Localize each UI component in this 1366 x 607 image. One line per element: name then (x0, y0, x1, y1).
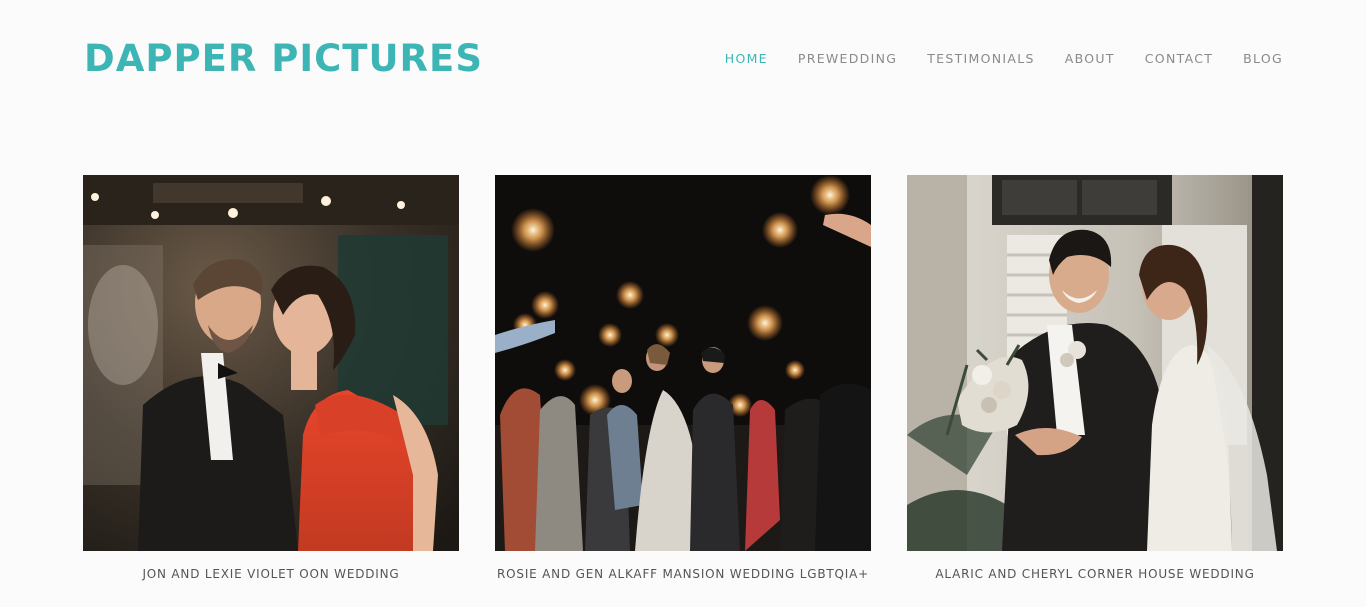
sparkler-send-off-photo (495, 175, 871, 551)
nav-link-prewedding[interactable]: PREWEDDING (798, 51, 897, 67)
nav-item-contact: CONTACT (1145, 51, 1213, 67)
main-nav: HOME PREWEDDING TESTIMONIALS ABOUT CONTA… (725, 51, 1283, 67)
gallery-photo[interactable] (907, 175, 1283, 551)
site-logo[interactable]: DAPPER PICTURES (84, 36, 483, 82)
nav-item-blog: BLOG (1243, 51, 1283, 67)
nav-item-about: ABOUT (1065, 51, 1115, 67)
nav-link-contact[interactable]: CONTACT (1145, 51, 1213, 67)
portfolio-gallery: JON AND LEXIE VIOLET OON WEDDING ROSIE A… (83, 175, 1283, 582)
gallery-card[interactable]: JON AND LEXIE VIOLET OON WEDDING (83, 175, 459, 582)
couple-bouquet-photo (907, 175, 1283, 551)
gallery-caption[interactable]: JON AND LEXIE VIOLET OON WEDDING (83, 566, 459, 582)
gallery-card[interactable]: ALARIC AND CHERYL CORNER HOUSE WEDDING (907, 175, 1283, 582)
gallery-photo[interactable] (83, 175, 459, 551)
nav-item-prewedding: PREWEDDING (798, 51, 897, 67)
nav-item-testimonials: TESTIMONIALS (927, 51, 1035, 67)
gallery-caption[interactable]: ROSIE AND GEN ALKAFF MANSION WEDDING LGB… (495, 566, 871, 582)
nav-link-testimonials[interactable]: TESTIMONIALS (927, 51, 1035, 67)
nav-link-home[interactable]: HOME (725, 51, 768, 67)
page: DAPPER PICTURES HOME PREWEDDING TESTIMON… (0, 0, 1366, 607)
nav-item-home: HOME (725, 51, 768, 67)
nav-link-blog[interactable]: BLOG (1243, 51, 1283, 67)
couple-red-dress-photo (83, 175, 459, 551)
gallery-photo[interactable] (495, 175, 871, 551)
nav-link-about[interactable]: ABOUT (1065, 51, 1115, 67)
gallery-card[interactable]: ROSIE AND GEN ALKAFF MANSION WEDDING LGB… (495, 175, 871, 582)
gallery-caption[interactable]: ALARIC AND CHERYL CORNER HOUSE WEDDING (907, 566, 1283, 582)
